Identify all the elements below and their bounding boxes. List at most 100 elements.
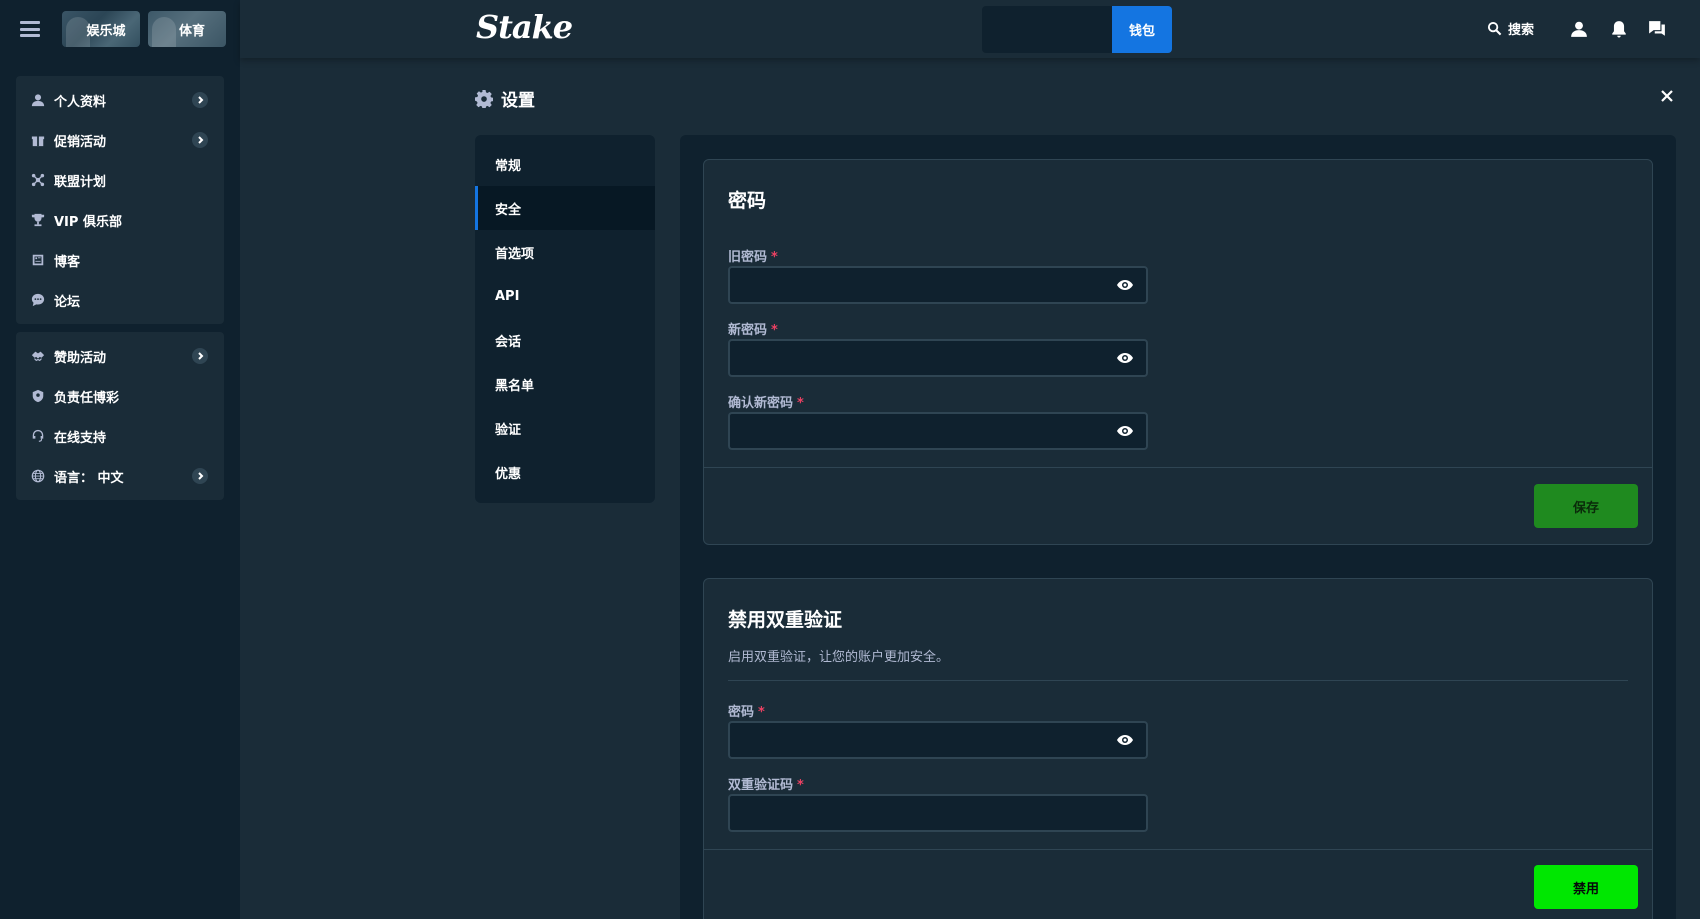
sidebar-item-label: 个人资料	[54, 94, 107, 110]
chevron-right-icon	[192, 348, 208, 364]
tfa-code-input[interactable]	[730, 796, 1110, 830]
settings-nav-ignored-users[interactable]: 黑名单	[475, 362, 655, 406]
card-divider	[728, 680, 1628, 681]
tfa-password-label-text: 密码	[728, 705, 755, 720]
card-divider	[704, 849, 1652, 850]
sidebar-item-sponsorship[interactable]: 赞助活动	[16, 336, 224, 376]
sidebar-item-label: 赞助活动	[54, 350, 107, 366]
sidebar-item-promotions[interactable]: 促销活动	[16, 120, 224, 160]
search-icon	[1487, 21, 1502, 36]
old-password-label: 旧密码 *	[728, 246, 778, 265]
new-password-field	[728, 339, 1148, 377]
blog-icon	[30, 252, 46, 268]
new-password-input[interactable]	[730, 341, 1110, 375]
tfa-code-label: 双重验证码 *	[728, 774, 804, 793]
save-button[interactable]: 保存	[1534, 484, 1638, 528]
required-mark: *	[797, 778, 804, 793]
chevron-right-icon	[192, 92, 208, 108]
sidebar-item-responsible[interactable]: 负责任博彩	[16, 376, 224, 416]
confirm-password-field	[728, 412, 1148, 450]
settings-nav-preferences[interactable]: 首选项	[475, 230, 655, 274]
settings-nav-general[interactable]: 常规	[475, 142, 655, 186]
sidebar-item-label: 促销活动	[54, 134, 107, 150]
sidebar-item-forum[interactable]: 论坛	[16, 280, 224, 320]
gear-icon	[475, 89, 493, 108]
sidebar-item-label: 论坛	[54, 294, 81, 310]
sidebar-item-label: 在线支持	[54, 430, 107, 446]
old-password-label-text: 旧密码	[728, 250, 768, 265]
stake-logo[interactable]: Stake	[476, 8, 573, 46]
sidebar-item-language[interactable]: 语言： 中文	[16, 456, 224, 496]
card-divider	[704, 467, 1652, 468]
left-sidebar: 娱乐城 体育 个人资料 促销活动 联盟计划 VIP 俱乐部 博客 论坛 赞助活动…	[0, 0, 240, 919]
tfa-card-subtitle: 启用双重验证，让您的账户更加安全。	[728, 650, 950, 665]
forum-icon	[30, 292, 46, 308]
sidebar-item-label: 负责任博彩	[54, 390, 120, 406]
settings-nav-sessions[interactable]: 会话	[475, 318, 655, 362]
search-button[interactable]: 搜索	[1487, 19, 1534, 38]
settings-content: 密码 旧密码 * 新密码 * 确认新密码 * 保存 禁用双重验证 启用双重验证，让您的…	[680, 135, 1676, 919]
tfa-code-label-text: 双重验证码	[728, 778, 794, 793]
sidebar-item-affiliate[interactable]: 联盟计划	[16, 160, 224, 200]
chevron-right-icon	[192, 468, 208, 484]
required-mark: *	[797, 396, 804, 411]
sidebar-top: 娱乐城 体育	[0, 0, 240, 58]
chevron-right-icon	[192, 132, 208, 148]
new-password-label: 新密码 *	[728, 319, 778, 338]
globe-icon	[30, 468, 46, 484]
required-mark: *	[771, 250, 778, 265]
tfa-password-input[interactable]	[730, 723, 1110, 757]
sidebar-item-label: 语言： 中文	[54, 470, 124, 486]
affiliate-icon	[30, 172, 46, 188]
bell-icon[interactable]	[1610, 20, 1628, 38]
shield-icon	[30, 388, 46, 404]
menu-icon[interactable]	[20, 21, 40, 37]
old-password-input[interactable]	[730, 268, 1110, 302]
settings-nav-api[interactable]: API	[475, 274, 655, 318]
sidebar-group-info: 赞助活动 负责任博彩 在线支持 语言： 中文	[16, 332, 224, 500]
tab-sports[interactable]: 体育	[148, 11, 226, 47]
eye-icon[interactable]	[1116, 732, 1134, 748]
settings-title-label: 设置	[501, 91, 535, 111]
sidebar-item-blog[interactable]: 博客	[16, 240, 224, 280]
sidebar-group-account: 个人资料 促销活动 联盟计划 VIP 俱乐部 博客 论坛	[16, 76, 224, 324]
eye-icon[interactable]	[1116, 350, 1134, 366]
gift-icon	[30, 132, 46, 148]
eye-icon[interactable]	[1116, 423, 1134, 439]
settings-nav-security[interactable]: 安全	[475, 186, 655, 230]
eye-icon[interactable]	[1116, 277, 1134, 293]
tab-casino-label: 娱乐城	[86, 23, 126, 39]
user-icon	[30, 92, 46, 108]
tfa-password-label: 密码 *	[728, 701, 765, 720]
sidebar-item-vip[interactable]: VIP 俱乐部	[16, 200, 224, 240]
settings-title: 设置	[475, 86, 535, 111]
tab-casino[interactable]: 娱乐城	[62, 11, 140, 47]
wallet-button[interactable]: 钱包	[1112, 6, 1172, 53]
settings-nav-verify[interactable]: 验证	[475, 406, 655, 450]
password-card-title: 密码	[728, 190, 767, 212]
wallet-balance[interactable]	[982, 6, 1112, 53]
required-mark: *	[771, 323, 778, 338]
old-password-field	[728, 266, 1148, 304]
required-mark: *	[758, 705, 765, 720]
chat-icon[interactable]	[1648, 20, 1666, 38]
sponsorship-icon	[30, 348, 46, 364]
tfa-card: 禁用双重验证 启用双重验证，让您的账户更加安全。 密码 * 双重验证码 * 禁用	[703, 578, 1653, 919]
close-icon[interactable]	[1660, 88, 1676, 104]
sidebar-item-support[interactable]: 在线支持	[16, 416, 224, 456]
new-password-label-text: 新密码	[728, 323, 768, 338]
sidebar-item-profile[interactable]: 个人资料	[16, 80, 224, 120]
user-icon[interactable]	[1570, 20, 1588, 38]
password-card: 密码 旧密码 * 新密码 * 确认新密码 * 保存	[703, 159, 1653, 545]
confirm-password-input[interactable]	[730, 414, 1110, 448]
tfa-card-title: 禁用双重验证	[728, 609, 843, 631]
sidebar-item-label: VIP 俱乐部	[54, 214, 122, 230]
tfa-password-field	[728, 721, 1148, 759]
tfa-code-field	[728, 794, 1148, 832]
sidebar-item-label: 博客	[54, 254, 81, 270]
sidebar-item-label: 联盟计划	[54, 174, 107, 190]
disable-button[interactable]: 禁用	[1534, 865, 1638, 909]
confirm-password-label-text: 确认新密码	[728, 396, 794, 411]
search-label: 搜索	[1508, 23, 1535, 38]
settings-nav-offers[interactable]: 优惠	[475, 450, 655, 494]
